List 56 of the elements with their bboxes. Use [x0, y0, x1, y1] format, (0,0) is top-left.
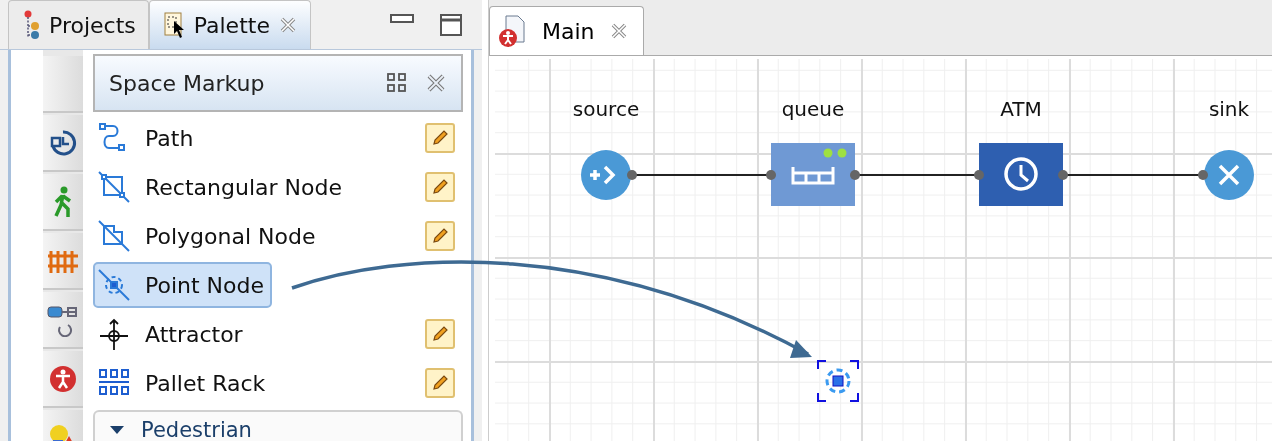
pencil-icon — [431, 178, 449, 196]
palette-item[interactable]: Point Node — [93, 262, 273, 308]
panel-tab[interactable]: Projects — [8, 0, 149, 49]
category-button[interactable] — [43, 115, 83, 172]
category-button[interactable] — [43, 292, 83, 349]
edit-button[interactable] — [425, 368, 455, 398]
accessibility-icon — [49, 364, 77, 393]
section-header[interactable]: Pedestrian — [93, 410, 463, 441]
edit-button[interactable] — [425, 221, 455, 251]
editor-tab[interactable]: Main — [489, 6, 644, 55]
palette-item[interactable]: Rectangular Node — [93, 164, 463, 210]
palette-item[interactable]: Attractor — [93, 311, 463, 357]
document-agent-icon — [498, 14, 528, 48]
close-icon[interactable] — [425, 72, 447, 94]
attractor-icon — [97, 317, 131, 351]
edit-button[interactable] — [425, 123, 455, 153]
point-node-icon — [97, 268, 131, 302]
pencil-icon — [431, 325, 449, 343]
walking-person-icon — [52, 185, 74, 218]
block-label: source — [572, 97, 640, 121]
block-label: ATM — [1000, 97, 1042, 121]
rectangle-node-icon — [97, 170, 131, 204]
block-port[interactable] — [974, 170, 984, 180]
pencil-icon — [431, 129, 449, 147]
tree-icon — [23, 10, 41, 40]
pencil-icon — [431, 374, 449, 392]
block-port[interactable] — [766, 170, 776, 180]
palette-cursor-icon — [163, 11, 186, 39]
minimize-icon[interactable] — [390, 14, 414, 26]
polygon-node-icon — [97, 219, 131, 253]
palette-item[interactable]: Path — [93, 115, 463, 161]
block-label: queue — [781, 97, 845, 121]
block-label: sink — [1208, 97, 1250, 121]
category-button[interactable] — [43, 233, 83, 290]
panel-tab[interactable]: Palette — [148, 0, 311, 49]
edit-button[interactable] — [425, 172, 455, 202]
delay-block[interactable] — [979, 143, 1063, 206]
queue-block[interactable] — [771, 143, 855, 206]
edit-button[interactable] — [425, 319, 455, 349]
block-port[interactable] — [850, 170, 860, 180]
point-node[interactable] — [817, 360, 859, 402]
grid-view-icon[interactable] — [387, 73, 407, 93]
block-port[interactable] — [627, 170, 637, 180]
block-port[interactable] — [1198, 170, 1208, 180]
source-block[interactable] — [580, 149, 632, 201]
palette-item[interactable]: Pallet Rack — [93, 360, 463, 406]
category-button[interactable] — [43, 351, 83, 408]
maximize-icon[interactable] — [440, 14, 462, 36]
palette-item[interactable]: Polygonal Node — [93, 213, 463, 259]
category-button[interactable] — [43, 174, 83, 231]
pencil-icon — [431, 227, 449, 245]
palette-title: Space Markup — [109, 70, 266, 96]
process-clock-icon — [49, 128, 77, 157]
palette-header[interactable]: Space Markup — [93, 54, 463, 112]
block-port[interactable] — [1058, 170, 1068, 180]
sink-block[interactable] — [1203, 149, 1255, 201]
